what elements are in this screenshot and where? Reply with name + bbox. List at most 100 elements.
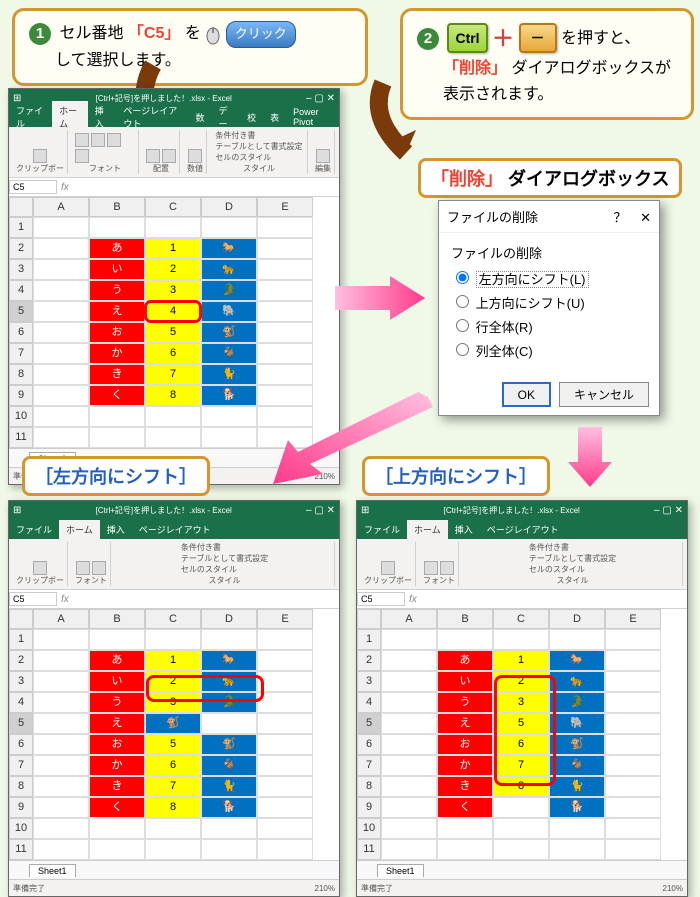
l-C7[interactable]: 6 <box>145 755 201 776</box>
l-col-D[interactable]: D <box>201 609 257 629</box>
C5-selected[interactable]: 4 <box>145 301 201 322</box>
ok-button[interactable]: OK <box>502 382 551 407</box>
u-col-D[interactable]: D <box>549 609 605 629</box>
u-col-B[interactable]: B <box>437 609 493 629</box>
u-row-3[interactable]: 3 <box>357 671 381 692</box>
D6[interactable]: 🐒 <box>201 322 257 343</box>
u-D4[interactable]: 🐊 <box>549 692 605 713</box>
row-2[interactable]: 2 <box>9 238 33 259</box>
l-D9[interactable]: 🐕 <box>201 797 257 818</box>
C7[interactable]: 6 <box>145 343 201 364</box>
l-row-7[interactable]: 7 <box>9 755 33 776</box>
tab-data[interactable]: デー <box>212 101 241 133</box>
l-row-1[interactable]: 1 <box>9 629 33 650</box>
u-col-C[interactable]: C <box>493 609 549 629</box>
row-3[interactable]: 3 <box>9 259 33 280</box>
l-C8[interactable]: 7 <box>145 776 201 797</box>
l-row-10[interactable]: 10 <box>9 818 33 839</box>
C6[interactable]: 5 <box>145 322 201 343</box>
tab-home[interactable]: ホーム <box>52 101 88 133</box>
l-D7[interactable]: 🐐 <box>201 755 257 776</box>
u-C5[interactable]: 5 <box>493 713 549 734</box>
tab-file[interactable]: ファイル <box>9 101 52 133</box>
ribbon-tabs[interactable]: ファイル ホーム 挿入 ページレイアウト 数 デー 校 表 Power Pivo… <box>9 107 339 127</box>
l-B5[interactable]: え <box>89 713 145 734</box>
tab2-file[interactable]: ファイル <box>9 520 59 539</box>
D4[interactable]: 🐊 <box>201 280 257 301</box>
opt-entire-col[interactable]: 列全体(C) <box>451 340 647 360</box>
tab-pivot[interactable]: Power Pivot <box>286 104 339 130</box>
l-row-2[interactable]: 2 <box>9 650 33 671</box>
l-row-6[interactable]: 6 <box>9 734 33 755</box>
l-row-8[interactable]: 8 <box>9 776 33 797</box>
l-col-E[interactable]: E <box>257 609 313 629</box>
C2[interactable]: 1 <box>145 238 201 259</box>
l-row-9[interactable]: 9 <box>9 797 33 818</box>
cancel-button[interactable]: キャンセル <box>559 382 649 407</box>
u-row-9[interactable]: 9 <box>357 797 381 818</box>
opt-shift-up[interactable]: 上方向にシフト(U) <box>451 292 647 312</box>
B3[interactable]: い <box>89 259 145 280</box>
u-B7[interactable]: か <box>437 755 493 776</box>
u-C3[interactable]: 2 <box>493 671 549 692</box>
B2[interactable]: あ <box>89 238 145 259</box>
tab3-insert[interactable]: 挿入 <box>448 520 480 539</box>
u-D6[interactable]: 🐒 <box>549 734 605 755</box>
row-5[interactable]: 5 <box>9 301 33 322</box>
u-col-E[interactable]: E <box>605 609 661 629</box>
l-B4[interactable]: う <box>89 692 145 713</box>
row-9[interactable]: 9 <box>9 385 33 406</box>
col-D[interactable]: D <box>201 197 257 217</box>
u-B6[interactable]: お <box>437 734 493 755</box>
col-B[interactable]: B <box>89 197 145 217</box>
u-C4[interactable]: 3 <box>493 692 549 713</box>
l-B8[interactable]: き <box>89 776 145 797</box>
row-8[interactable]: 8 <box>9 364 33 385</box>
u-row-7[interactable]: 7 <box>357 755 381 776</box>
fx-icon[interactable]: fx <box>57 182 73 193</box>
l-D2[interactable]: 🐎 <box>201 650 257 671</box>
window-controls-2[interactable]: – ▢ ✕ <box>306 505 335 516</box>
u-C2[interactable]: 1 <box>493 650 549 671</box>
l-row-5[interactable]: 5 <box>9 713 33 734</box>
l-C5[interactable]: 🐒 <box>145 713 201 734</box>
rr3-2[interactable]: セルのスタイル <box>529 564 616 575</box>
l-col-C[interactable]: C <box>145 609 201 629</box>
l-row-11[interactable]: 11 <box>9 839 33 860</box>
row-6[interactable]: 6 <box>9 322 33 343</box>
l-D5[interactable] <box>201 713 257 734</box>
col-A[interactable]: A <box>33 197 89 217</box>
grid-up-result[interactable]: ABCDE 1 2あ1🐎 3い2🐆 4う3🐊 5え5🐘 6お6🐒 7か7🐐 8き… <box>357 609 687 860</box>
tab-view[interactable]: 表 <box>263 108 286 127</box>
rr-table[interactable]: テーブルとして書式設定 <box>215 141 302 152</box>
u-D5[interactable]: 🐘 <box>549 713 605 734</box>
name-box[interactable]: C5 <box>9 180 57 194</box>
window-controls[interactable]: – ▢ ✕ <box>306 93 335 104</box>
namebox-3[interactable]: C5 <box>357 592 405 606</box>
B7[interactable]: か <box>89 343 145 364</box>
fx-2[interactable]: fx <box>57 594 73 605</box>
tab2-insert[interactable]: 挿入 <box>100 520 132 539</box>
col-E[interactable]: E <box>257 197 313 217</box>
D7[interactable]: 🐐 <box>201 343 257 364</box>
l-D8[interactable]: 🐈 <box>201 776 257 797</box>
l-B6[interactable]: お <box>89 734 145 755</box>
C4[interactable]: 3 <box>145 280 201 301</box>
l-col-B[interactable]: B <box>89 609 145 629</box>
rr3-1[interactable]: テーブルとして書式設定 <box>529 553 616 564</box>
l-row-4[interactable]: 4 <box>9 692 33 713</box>
fx-3[interactable]: fx <box>405 594 421 605</box>
l-D6[interactable]: 🐒 <box>201 734 257 755</box>
tab3-home[interactable]: ホーム <box>407 520 448 539</box>
C9[interactable]: 8 <box>145 385 201 406</box>
rr3-0[interactable]: 条件付き書 <box>529 542 616 553</box>
l-B9[interactable]: く <box>89 797 145 818</box>
rr2-1[interactable]: テーブルとして書式設定 <box>181 553 268 564</box>
u-row-11[interactable]: 11 <box>357 839 381 860</box>
C8[interactable]: 7 <box>145 364 201 385</box>
tab-layout[interactable]: ページレイアウト <box>116 101 188 133</box>
D9[interactable]: 🐕 <box>201 385 257 406</box>
row-1[interactable]: 1 <box>9 217 33 238</box>
grid-left-result[interactable]: ABCDE 1 2あ1🐎 3い2🐆 4う3🐊 5え🐒 6お5🐒 7か6🐐 8き7… <box>9 609 339 860</box>
B8[interactable]: き <box>89 364 145 385</box>
